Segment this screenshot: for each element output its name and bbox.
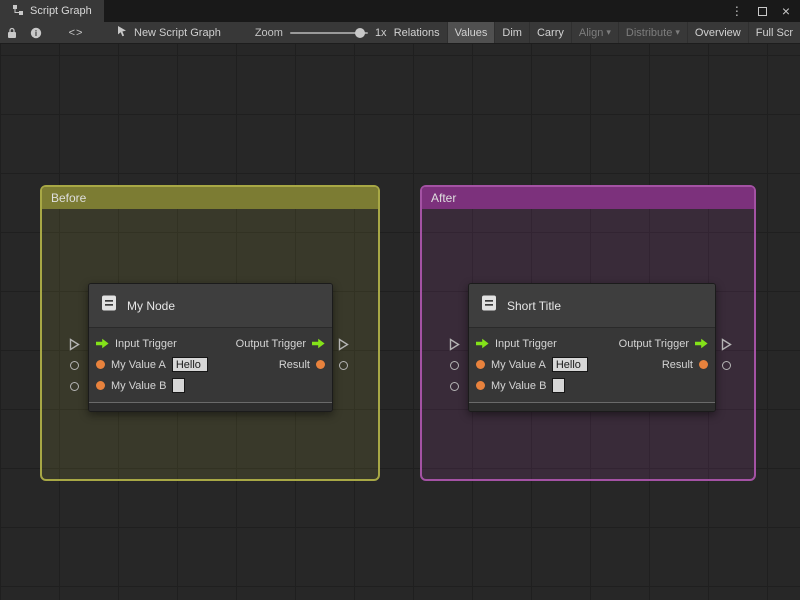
external-result-port[interactable] — [339, 361, 348, 370]
zoom-slider[interactable] — [289, 27, 368, 38]
unit-icon — [479, 293, 499, 318]
value-a-row: My Value A Result — [89, 354, 332, 375]
node-header[interactable]: My Node — [89, 284, 332, 328]
values-button[interactable]: Values — [446, 22, 495, 43]
value-b-row: My Value B — [469, 375, 715, 396]
result-port-icon[interactable] — [316, 360, 325, 369]
node-my-node[interactable]: My Node Input Trigger Output Trigger My … — [88, 283, 333, 412]
result-port-icon[interactable] — [699, 360, 708, 369]
more-icon[interactable]: ⋮ — [731, 5, 743, 17]
info-icon[interactable]: i — [24, 22, 48, 43]
value-b-label: My Value B — [491, 379, 547, 392]
lock-icon[interactable] — [0, 22, 24, 43]
result-label: Result — [661, 358, 693, 371]
trigger-in-icon[interactable] — [476, 338, 489, 349]
external-trigger-in-port[interactable] — [449, 338, 460, 351]
external-trigger-out-port[interactable] — [721, 338, 732, 351]
node-title: My Node — [127, 298, 176, 313]
value-b-input[interactable] — [172, 378, 186, 393]
trigger-out-icon[interactable] — [695, 338, 708, 349]
tab-bar: Script Graph ⋮ × — [0, 0, 800, 22]
graph-pointer-icon — [116, 25, 128, 40]
code-icon[interactable]: <> — [64, 22, 88, 43]
distribute-dropdown[interactable]: Distribute ▾ — [617, 22, 687, 43]
new-script-graph-label: New Script Graph — [134, 26, 221, 39]
value-b-row: My Value B — [89, 375, 332, 396]
node-header[interactable]: Short Title — [469, 284, 715, 328]
external-trigger-in-port[interactable] — [69, 338, 80, 351]
overview-button[interactable]: Overview — [686, 22, 748, 43]
window-controls: ⋮ × — [731, 0, 800, 22]
maximize-icon[interactable] — [757, 6, 767, 16]
zoom-label: Zoom — [254, 26, 283, 39]
script-graph-icon — [12, 4, 24, 19]
value-b-label: My Value B — [111, 379, 167, 392]
value-b-input[interactable] — [552, 378, 566, 393]
toolbar-buttons: Relations Values Dim Carry Align ▾ Distri… — [387, 22, 800, 43]
output-trigger-label: Output Trigger — [618, 337, 689, 350]
zoom-control: Zoom 1x — [255, 27, 387, 39]
node-body: Input Trigger Output Trigger My Value A … — [469, 328, 715, 402]
node-footer — [469, 402, 715, 411]
graph-canvas[interactable]: Before After My Node Input Trigger Outpu… — [0, 44, 800, 600]
value-b-port-icon[interactable] — [476, 381, 485, 390]
external-value-b-port[interactable] — [70, 382, 79, 391]
group-before-title: Before — [51, 191, 87, 205]
input-trigger-label: Input Trigger — [115, 337, 177, 350]
group-before-header[interactable]: Before — [42, 187, 378, 209]
value-a-port-icon[interactable] — [96, 360, 105, 369]
dim-button[interactable]: Dim — [494, 22, 529, 43]
group-after-title: After — [431, 191, 457, 205]
tab-title: Script Graph — [30, 5, 92, 17]
align-dropdown[interactable]: Align ▾ — [570, 22, 618, 43]
trigger-row: Input Trigger Output Trigger — [469, 333, 715, 354]
external-result-port[interactable] — [722, 361, 731, 370]
chevron-down-icon: ▾ — [675, 27, 680, 37]
group-after-header[interactable]: After — [422, 187, 754, 209]
result-label: Result — [278, 358, 310, 371]
external-value-a-port[interactable] — [70, 361, 79, 370]
trigger-out-icon[interactable] — [312, 338, 325, 349]
value-a-input[interactable] — [171, 357, 208, 372]
value-a-input[interactable] — [551, 357, 588, 372]
tab-script-graph[interactable]: Script Graph — [0, 0, 104, 22]
input-trigger-label: Input Trigger — [495, 337, 557, 350]
value-a-port-icon[interactable] — [476, 360, 485, 369]
relations-button[interactable]: Relations — [387, 22, 447, 43]
external-value-b-port[interactable] — [450, 382, 459, 391]
toolbar: i <> New Script Graph Zoom 1x Relations … — [0, 22, 800, 44]
new-script-graph-button[interactable]: New Script Graph — [108, 22, 229, 43]
value-a-label: My Value A — [111, 358, 166, 371]
trigger-in-icon[interactable] — [96, 338, 109, 349]
value-a-row: My Value A Result — [469, 354, 715, 375]
node-title: Short Title — [507, 298, 562, 313]
carry-button[interactable]: Carry — [528, 22, 571, 43]
fullscreen-button[interactable]: Full Scr — [747, 22, 800, 43]
external-trigger-out-port[interactable] — [338, 338, 349, 351]
svg-text:i: i — [35, 29, 37, 38]
value-a-label: My Value A — [491, 358, 546, 371]
node-footer — [89, 402, 332, 411]
node-short-title[interactable]: Short Title Input Trigger Output Trigger… — [468, 283, 716, 412]
trigger-row: Input Trigger Output Trigger — [89, 333, 332, 354]
value-b-port-icon[interactable] — [96, 381, 105, 390]
external-value-a-port[interactable] — [450, 361, 459, 370]
chevron-down-icon: ▾ — [606, 27, 611, 37]
node-body: Input Trigger Output Trigger My Value A … — [89, 328, 332, 402]
zoom-slider-handle[interactable] — [354, 27, 365, 38]
close-icon[interactable]: × — [782, 4, 790, 18]
zoom-value: 1x — [374, 26, 387, 39]
output-trigger-label: Output Trigger — [235, 337, 306, 350]
unit-icon — [99, 293, 119, 318]
